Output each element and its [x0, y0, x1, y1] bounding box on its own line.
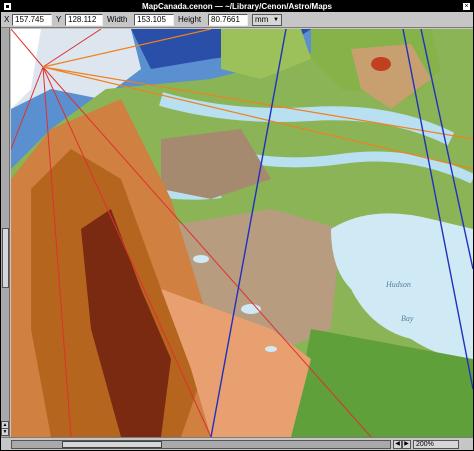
horizontal-scrollbar[interactable]: [11, 440, 391, 449]
arrow-left-icon[interactable]: ◀: [393, 440, 402, 449]
map-label: Hudson: [385, 280, 411, 289]
arrow-down-icon[interactable]: ▼: [1, 428, 9, 436]
zoom-select[interactable]: 200%: [413, 440, 459, 449]
map-label: Bay: [401, 314, 414, 323]
x-field[interactable]: 157.745: [12, 14, 52, 26]
close-icon[interactable]: ×: [462, 2, 471, 11]
lake: [265, 346, 277, 352]
ice-cap: [371, 57, 391, 71]
x-label: X: [4, 15, 10, 24]
title-bar[interactable]: MapCanada.cenon — ~/Library/Cenon/Astro/…: [1, 1, 473, 12]
arrow-right-icon[interactable]: ▶: [402, 440, 411, 449]
map-canvas[interactable]: Hudson Bay: [11, 29, 473, 437]
height-field[interactable]: 80.7661: [208, 14, 248, 26]
y-label: Y: [56, 15, 62, 24]
width-label: Width: [107, 15, 128, 24]
horizontal-scroll-thumb[interactable]: [62, 441, 162, 448]
vertical-scroll-thumb[interactable]: [2, 228, 9, 288]
height-label: Height: [178, 15, 202, 24]
unit-select[interactable]: mm ▼: [252, 14, 282, 26]
chevron-down-icon: ▼: [273, 17, 279, 23]
width-field[interactable]: 153.105: [134, 14, 174, 26]
window-title: MapCanada.cenon — ~/Library/Cenon/Astro/…: [141, 2, 333, 11]
document-window: MapCanada.cenon — ~/Library/Cenon/Astro/…: [0, 0, 474, 451]
vertical-scrollbar[interactable]: ▲ ▼: [1, 28, 10, 437]
y-field[interactable]: 128.112: [65, 14, 103, 26]
map-image: Hudson Bay: [11, 29, 473, 437]
zoom-value: 200%: [416, 441, 434, 448]
status-bar: ◀ ▶ 200%: [1, 437, 473, 450]
lake: [193, 255, 209, 263]
unit-value: mm: [255, 15, 269, 24]
coordinate-toolbar: X 157.745 Y 128.112 Width 153.105 Height…: [1, 12, 473, 28]
